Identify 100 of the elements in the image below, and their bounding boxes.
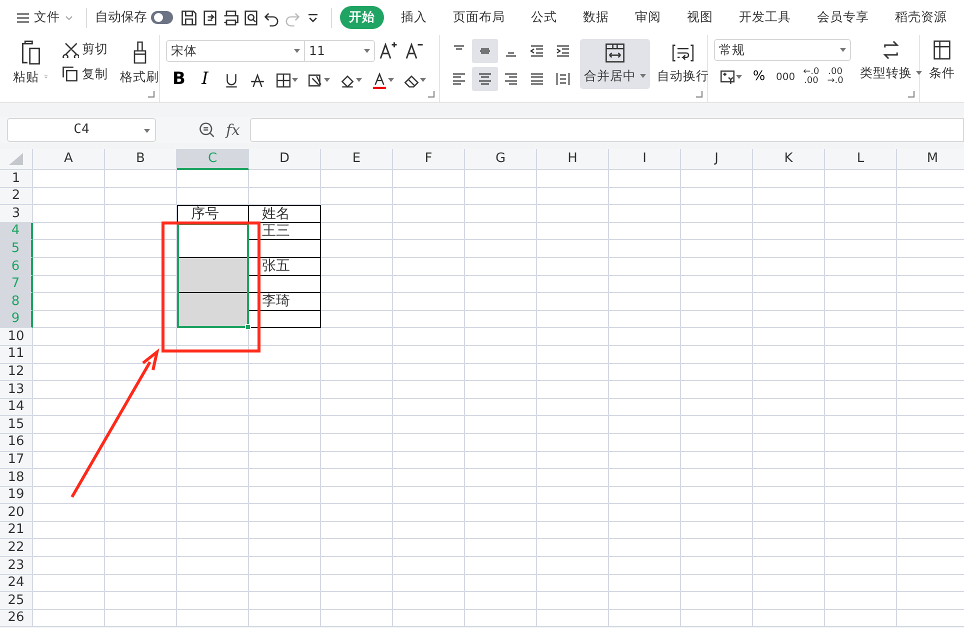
percent-button[interactable]: %: [746, 65, 772, 89]
sheet-cell[interactable]: [537, 240, 609, 258]
sheet-cell[interactable]: [465, 592, 537, 610]
sheet-cell[interactable]: [609, 170, 681, 188]
sheet-cell[interactable]: [321, 592, 393, 610]
row-header[interactable]: 1: [0, 170, 33, 188]
sheet-cell[interactable]: [249, 592, 321, 610]
sheet-cell[interactable]: [105, 452, 177, 470]
sheet-cell[interactable]: [609, 504, 681, 522]
sheet-cell[interactable]: [681, 293, 753, 311]
sheet-cell[interactable]: [105, 486, 177, 504]
sheet-cell[interactable]: [33, 398, 105, 416]
row-header[interactable]: 18: [0, 469, 33, 487]
sheet-cell[interactable]: [537, 416, 609, 434]
increase-indent-icon[interactable]: [555, 43, 571, 59]
sheet-cell[interactable]: [249, 486, 321, 504]
sheet-cell[interactable]: [393, 310, 465, 328]
sheet-cell[interactable]: [33, 222, 105, 240]
sheet-cell[interactable]: [177, 504, 249, 522]
sheet-cell[interactable]: [249, 416, 321, 434]
sheet-cell[interactable]: [609, 276, 681, 294]
sheet-cell[interactable]: [465, 310, 537, 328]
sheet-cell[interactable]: [465, 346, 537, 364]
row-header[interactable]: 2: [0, 188, 33, 206]
sheet-cell[interactable]: [465, 610, 537, 628]
sheet-cell[interactable]: [681, 486, 753, 504]
sheet-cell[interactable]: [393, 276, 465, 294]
sheet-cell[interactable]: [753, 276, 825, 294]
row-header[interactable]: 3: [0, 205, 33, 223]
sheet-cell[interactable]: [249, 574, 321, 592]
sheet-cell[interactable]: [825, 539, 897, 558]
sheet-cell[interactable]: [825, 574, 897, 592]
sheet-cell[interactable]: [393, 293, 465, 311]
increase-font-icon[interactable]: [378, 41, 398, 61]
merge-center-button[interactable]: 合并居中: [580, 39, 650, 89]
sheet-cell[interactable]: [753, 574, 825, 592]
sheet-cell[interactable]: [681, 170, 753, 188]
row-header[interactable]: 15: [0, 416, 33, 434]
copy-button[interactable]: 复制: [58, 64, 111, 84]
sheet-cell[interactable]: [825, 504, 897, 522]
align-center-button[interactable]: [472, 67, 498, 91]
ribbon-tab[interactable]: 稻壳资源: [886, 6, 956, 29]
fill-handle[interactable]: [245, 324, 251, 330]
sheet-cell[interactable]: [393, 574, 465, 592]
sheet-cell[interactable]: [249, 170, 321, 188]
sheet-cell[interactable]: [681, 346, 753, 364]
save-icon[interactable]: [180, 8, 198, 26]
sheet-cell[interactable]: [105, 293, 177, 311]
sheet-cell[interactable]: [753, 504, 825, 522]
sheet-cell[interactable]: [681, 416, 753, 434]
sheet-cell[interactable]: [393, 539, 465, 558]
sheet-cell[interactable]: [105, 434, 177, 452]
ribbon-tab[interactable]: 视图: [678, 6, 722, 29]
sheet-cell[interactable]: [753, 469, 825, 487]
formula-input-field[interactable]: [250, 118, 964, 142]
sheet-cell[interactable]: [321, 522, 393, 540]
column-header[interactable]: I: [609, 149, 681, 170]
sheet-cell[interactable]: [609, 610, 681, 628]
sheet-cell[interactable]: [609, 188, 681, 206]
sheet-cell[interactable]: [321, 240, 393, 258]
sheet-cell[interactable]: [681, 240, 753, 258]
sheet-cell[interactable]: [537, 381, 609, 399]
sheet-cell[interactable]: [393, 170, 465, 188]
sheet-cell[interactable]: [753, 188, 825, 206]
sheet-cell[interactable]: [537, 522, 609, 540]
sheet-cell[interactable]: [537, 434, 609, 452]
sheet-cell[interactable]: [177, 170, 249, 188]
sheet-cell[interactable]: [537, 310, 609, 328]
sheet-cell[interactable]: [753, 592, 825, 610]
sheet-cell[interactable]: [321, 574, 393, 592]
wrap-text-button[interactable]: 自动换行: [654, 39, 712, 102]
cut-button[interactable]: 剪切: [58, 39, 111, 60]
sheet-cell[interactable]: [465, 522, 537, 540]
currency-icon[interactable]: [718, 68, 736, 86]
launcher-icon[interactable]: [427, 90, 435, 98]
sheet-cell[interactable]: [33, 170, 105, 188]
sheet-cell[interactable]: [537, 170, 609, 188]
sheet-cell[interactable]: [537, 346, 609, 364]
sheet-cell[interactable]: [609, 486, 681, 504]
sheet-cell[interactable]: [249, 364, 321, 382]
sheet-cell[interactable]: [537, 452, 609, 470]
row-header[interactable]: 10: [0, 328, 33, 346]
column-header[interactable]: D: [249, 149, 321, 170]
sheet-cell[interactable]: [825, 522, 897, 540]
sheet-cell[interactable]: [33, 205, 105, 223]
ribbon-tab[interactable]: 页面布局: [444, 6, 514, 29]
sheet-cell[interactable]: [33, 188, 105, 206]
italic-button[interactable]: I: [192, 68, 218, 92]
sheet-cell[interactable]: [105, 222, 177, 240]
sheet-cell[interactable]: [609, 328, 681, 346]
file-menu[interactable]: 文件: [12, 7, 78, 28]
sheet-cell[interactable]: [105, 539, 177, 558]
sheet-cell[interactable]: [249, 398, 321, 416]
sheet-cell[interactable]: [321, 434, 393, 452]
sheet-cell[interactable]: [33, 258, 105, 276]
number-format-field[interactable]: 常规: [714, 39, 851, 61]
sheet-cell[interactable]: [825, 469, 897, 487]
sheet-cell[interactable]: [33, 276, 105, 294]
sheet-cell[interactable]: [825, 416, 897, 434]
sheet-cell[interactable]: [105, 310, 177, 328]
